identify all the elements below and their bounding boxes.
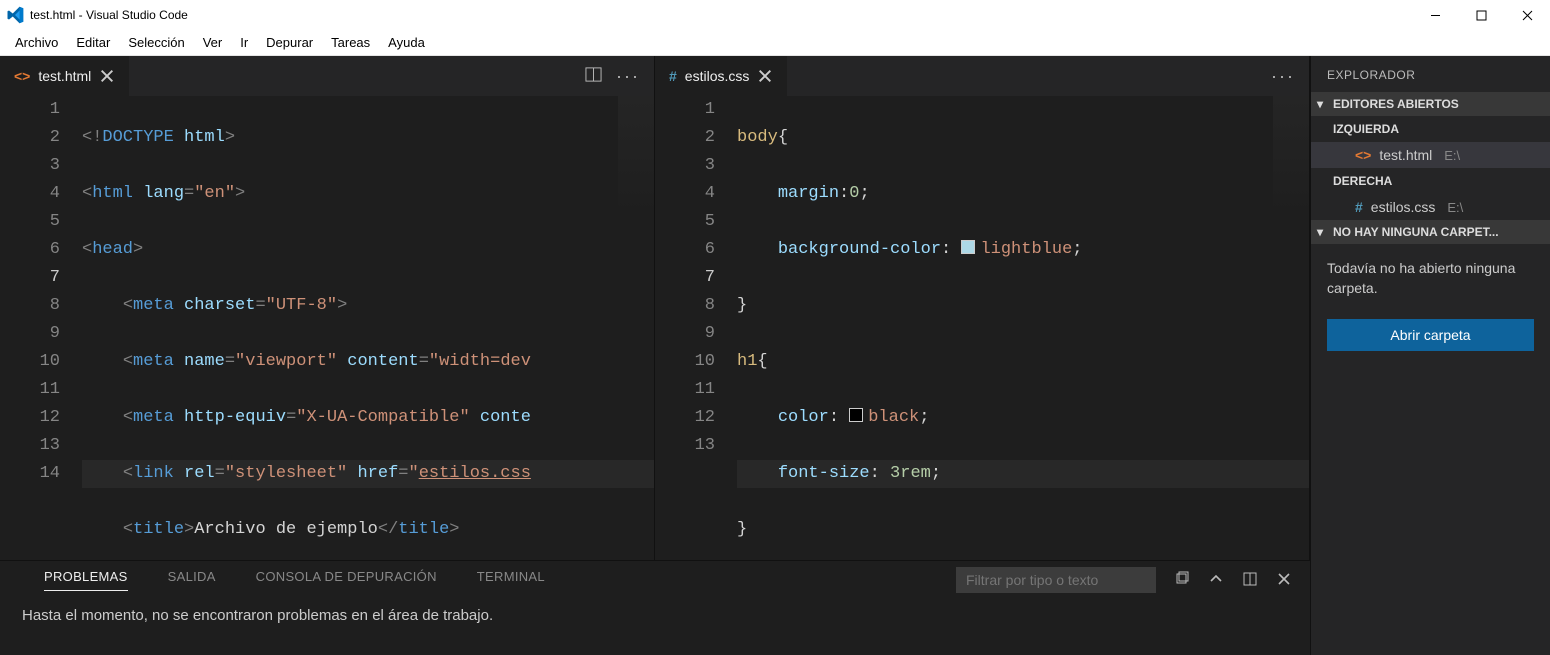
open-editor-estilos-css[interactable]: # estilos.css E:\ (1311, 194, 1550, 220)
vscode-logo-icon (6, 6, 24, 24)
color-swatch-black (849, 408, 863, 422)
window-title: test.html - Visual Studio Code (30, 8, 188, 22)
chevron-down-icon: ▾ (1317, 225, 1329, 239)
minimap[interactable] (618, 96, 654, 216)
panel-tab-problems[interactable]: PROBLEMAS (44, 569, 128, 591)
menu-debug[interactable]: Depurar (257, 33, 322, 52)
menu-go[interactable]: Ir (231, 33, 257, 52)
tab-label: estilos.css (685, 68, 750, 84)
split-editor-icon[interactable] (585, 66, 602, 86)
tab-estilos-css[interactable]: # estilos.css (655, 56, 788, 96)
panel-tab-debug-console[interactable]: CONSOLA DE DEPURACIÓN (256, 569, 437, 591)
problems-message: Hasta el momento, no se encontraron prob… (0, 599, 1310, 632)
more-actions-icon[interactable]: ··· (1271, 66, 1295, 87)
tab-label: test.html (38, 68, 91, 84)
chevron-up-icon[interactable] (1208, 571, 1224, 590)
editor-css[interactable]: 12345678910111213 body{ margin:0; backgr… (655, 96, 1309, 560)
bottom-panel: PROBLEMAS SALIDA CONSOLA DE DEPURACIÓN T… (0, 560, 1310, 655)
close-icon[interactable] (757, 68, 773, 84)
group-right: DERECHA (1311, 168, 1550, 194)
minimize-button[interactable] (1412, 0, 1458, 30)
open-editor-test-html[interactable]: <> test.html E:\ (1311, 142, 1550, 168)
no-folder-message: Todavía no ha abierto ninguna carpeta. (1311, 244, 1550, 311)
html-file-icon: <> (14, 68, 30, 84)
window-controls (1412, 0, 1550, 30)
menu-help[interactable]: Ayuda (379, 33, 434, 52)
css-file-icon: # (669, 68, 677, 84)
problems-filter-input[interactable] (956, 567, 1156, 593)
color-swatch-lightblue (961, 240, 975, 254)
close-icon[interactable] (99, 68, 115, 84)
minimap[interactable] (1273, 96, 1309, 216)
section-no-folder[interactable]: ▾ NO HAY NINGUNA CARPET... (1311, 220, 1550, 244)
menu-edit[interactable]: Editar (67, 33, 119, 52)
open-folder-button[interactable]: Abrir carpeta (1327, 319, 1534, 351)
maximize-panel-icon[interactable] (1242, 571, 1258, 590)
editor-pane-left: <> test.html ··· 1234567891011121314 <!D… (0, 56, 655, 560)
menu-file[interactable]: Archivo (6, 33, 67, 52)
titlebar: test.html - Visual Studio Code (0, 0, 1550, 30)
close-button[interactable] (1504, 0, 1550, 30)
chevron-down-icon: ▾ (1317, 97, 1329, 111)
collapse-all-icon[interactable] (1174, 571, 1190, 590)
maximize-button[interactable] (1458, 0, 1504, 30)
group-left: IZQUIERDA (1311, 116, 1550, 142)
more-actions-icon[interactable]: ··· (616, 66, 640, 87)
editor-html[interactable]: 1234567891011121314 <!DOCTYPE html> <htm… (0, 96, 654, 560)
css-file-icon: # (1355, 199, 1363, 215)
menu-view[interactable]: Ver (194, 33, 232, 52)
editor-pane-right: # estilos.css ··· 12345678910111213 body… (655, 56, 1310, 560)
menubar: Archivo Editar Selección Ver Ir Depurar … (0, 30, 1550, 56)
panel-tab-output[interactable]: SALIDA (168, 569, 216, 591)
tab-test-html[interactable]: <> test.html (0, 56, 130, 96)
section-open-editors[interactable]: ▾ EDITORES ABIERTOS (1311, 92, 1550, 116)
sidebar-explorer: EXPLORADOR ▾ EDITORES ABIERTOS IZQUIERDA… (1310, 56, 1550, 655)
menu-tasks[interactable]: Tareas (322, 33, 379, 52)
html-file-icon: <> (1355, 147, 1371, 163)
panel-tab-terminal[interactable]: TERMINAL (477, 569, 545, 591)
menu-selection[interactable]: Selección (119, 33, 193, 52)
close-panel-icon[interactable] (1276, 571, 1292, 590)
sidebar-title: EXPLORADOR (1311, 56, 1550, 92)
